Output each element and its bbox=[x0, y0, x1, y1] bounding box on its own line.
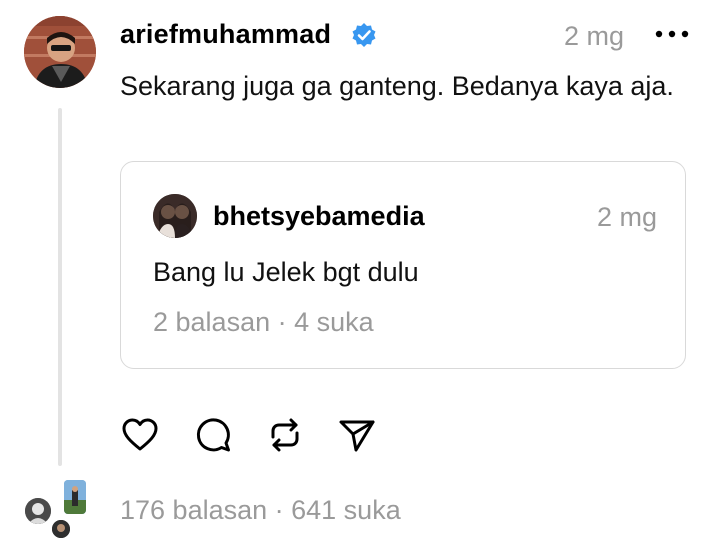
replier-avatar bbox=[52, 520, 70, 538]
comment-icon bbox=[196, 418, 230, 452]
more-icon[interactable] bbox=[655, 26, 689, 42]
avatar-image bbox=[24, 16, 96, 88]
quoted-avatar-image bbox=[153, 194, 197, 238]
post-username[interactable]: ariefmuhammad bbox=[120, 16, 331, 52]
quoted-time: 2 mg bbox=[596, 202, 657, 232]
quoted-avatar[interactable] bbox=[153, 194, 197, 238]
avatar[interactable] bbox=[24, 16, 96, 88]
send-icon bbox=[339, 420, 375, 452]
quoted-post-card[interactable]: bhetsyebamedia 2 mg Bang lu Jelek bgt du… bbox=[120, 161, 686, 369]
post-stats[interactable]: 176 balasan · 641 suka bbox=[120, 492, 401, 528]
post-time: 2 mg bbox=[563, 21, 624, 51]
quoted-username[interactable]: bhetsyebamedia bbox=[213, 199, 425, 233]
like-button[interactable] bbox=[120, 415, 160, 455]
heart-icon bbox=[122, 418, 158, 451]
thread-line bbox=[58, 108, 62, 466]
replier-avatar bbox=[64, 480, 86, 514]
quoted-text: Bang lu Jelek bgt dulu bbox=[153, 257, 419, 287]
post-text: Sekarang juga ga ganteng. Bedanya kaya a… bbox=[120, 71, 674, 101]
quoted-stats[interactable]: 2 balasan · 4 suka bbox=[153, 304, 374, 340]
comment-button[interactable] bbox=[193, 415, 233, 455]
repost-icon bbox=[271, 418, 299, 452]
repost-button[interactable] bbox=[265, 415, 305, 455]
share-button[interactable] bbox=[337, 415, 377, 455]
replier-avatar bbox=[25, 498, 51, 524]
verified-badge-icon bbox=[352, 23, 376, 47]
